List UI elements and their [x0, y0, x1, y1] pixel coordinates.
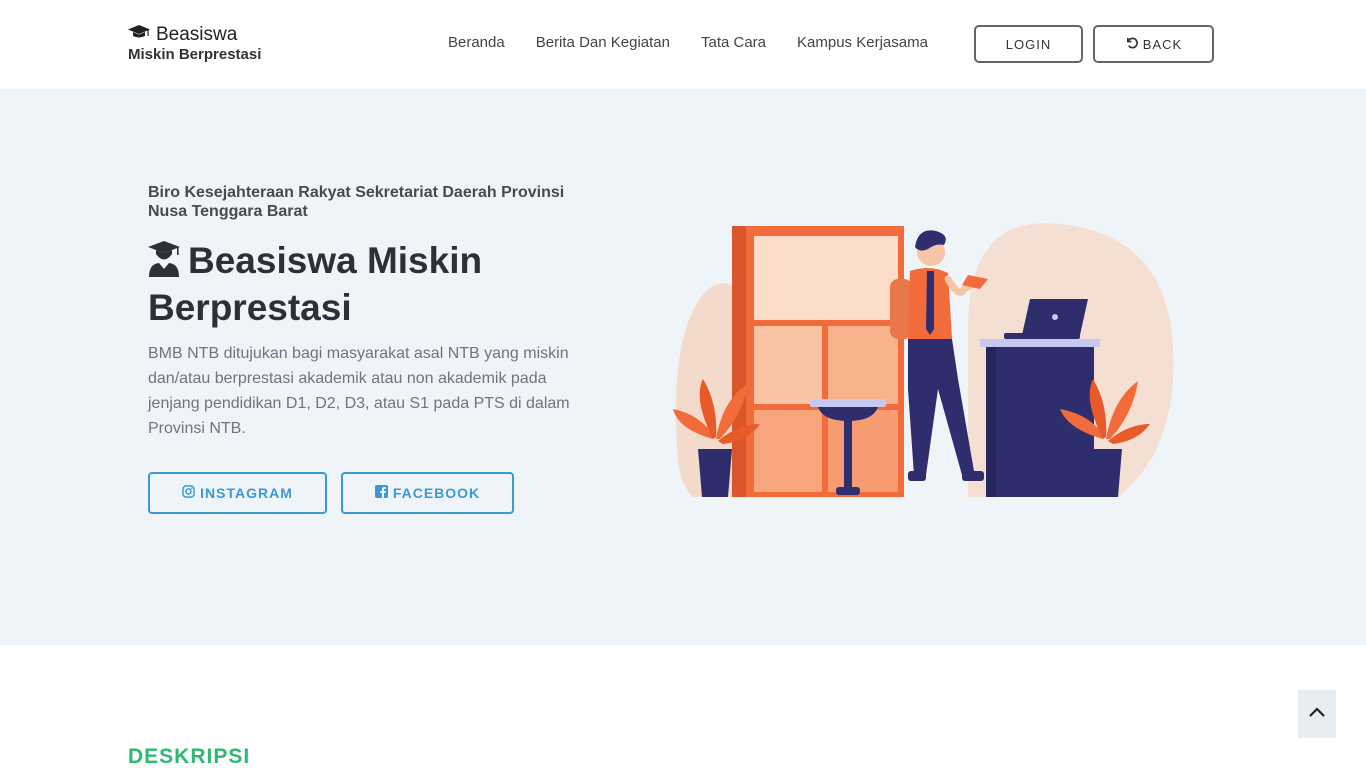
- login-label: LOGIN: [1005, 36, 1052, 52]
- back-button[interactable]: BACK: [1093, 25, 1214, 63]
- login-button[interactable]: LOGIN: [974, 25, 1083, 63]
- graduation-cap-icon: [128, 24, 150, 45]
- nav-beranda[interactable]: Beranda: [448, 34, 505, 51]
- brand-logo[interactable]: Beasiswa Miskin Berprestasi: [128, 24, 261, 64]
- facebook-icon: [374, 485, 388, 501]
- main-nav: Beranda Berita Dan Kegiatan Tata Cara Ka…: [448, 34, 959, 51]
- facebook-button[interactable]: FACEBOOK: [341, 472, 514, 514]
- instagram-button[interactable]: INSTAGRAM: [148, 472, 327, 514]
- hero-section: Biro Kesejahteraan Rakyat Sekretariat Da…: [0, 89, 1366, 645]
- scroll-to-top-button[interactable]: [1298, 690, 1336, 738]
- chevron-up-icon: [1308, 705, 1326, 723]
- facebook-label: FACEBOOK: [392, 485, 481, 501]
- hero-subtitle: Biro Kesejahteraan Rakyat Sekretariat Da…: [148, 184, 565, 220]
- site-header: Beasiswa Miskin Berprestasi Beranda Beri…: [0, 0, 1366, 89]
- hero-title: Beasiswa Miskin Berprestasi: [148, 239, 568, 329]
- nav-berita-dan-kegiatan[interactable]: Berita Dan Kegiatan: [536, 34, 670, 51]
- undo-icon: [1125, 36, 1138, 52]
- hero-description: BMB NTB ditujukan bagi masyarakat asal N…: [148, 345, 570, 437]
- instagram-label: INSTAGRAM: [200, 485, 293, 501]
- hero-title-text: Beasiswa Miskin Berprestasi: [148, 240, 483, 328]
- brand-line2: Miskin Berprestasi: [128, 46, 262, 63]
- brand-title: Beasiswa: [128, 24, 261, 45]
- instagram-icon: [182, 485, 195, 501]
- hero-illustration: [673, 223, 1174, 497]
- nav-kampus-kerjasama[interactable]: Kampus Kerjasama: [797, 34, 928, 51]
- section-title-deskripsi: DESKRIPSI: [128, 745, 251, 768]
- user-graduate-icon: [148, 241, 180, 286]
- brand-line1: Beasiswa: [156, 23, 238, 45]
- back-label: BACK: [1142, 36, 1183, 52]
- nav-tata-cara[interactable]: Tata Cara: [701, 34, 766, 51]
